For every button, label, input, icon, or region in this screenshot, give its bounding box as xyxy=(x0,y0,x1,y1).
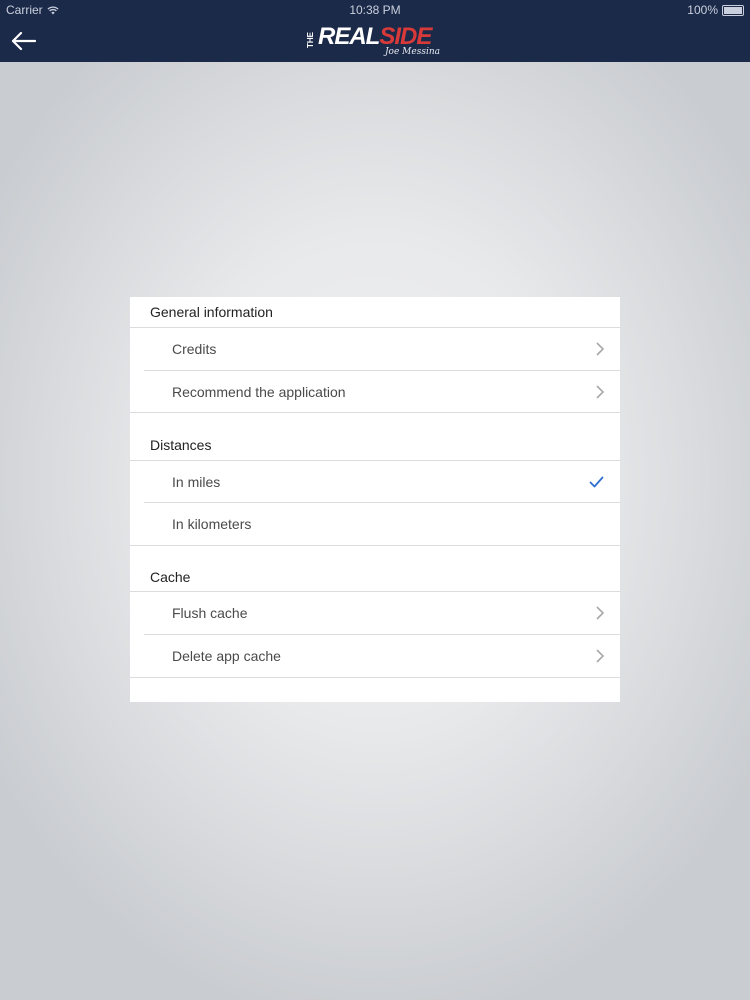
row-label: Delete app cache xyxy=(172,648,281,664)
logo-side-text: SIDE xyxy=(379,23,432,50)
section-title: Distances xyxy=(150,437,212,453)
chevron-right-icon xyxy=(596,385,605,399)
navigation-bar: Carrier 10:38 PM 100% THE REALSIDE Joe M… xyxy=(0,0,750,62)
chevron-right-icon xyxy=(596,649,605,663)
checkmark-icon xyxy=(589,476,604,488)
arrow-left-icon xyxy=(11,31,36,51)
divider xyxy=(130,677,620,678)
settings-panel: General information Credits Recommend th… xyxy=(130,297,620,702)
section-header-cache: Cache xyxy=(130,562,620,592)
row-label: Credits xyxy=(172,341,217,357)
section-title: Cache xyxy=(150,569,191,585)
logo-byline: Joe Messina xyxy=(384,47,440,57)
row-label: In kilometers xyxy=(172,516,252,532)
credits-row[interactable]: Credits xyxy=(130,328,620,370)
status-battery: 100% xyxy=(687,0,744,20)
divider xyxy=(130,412,620,413)
distance-kilometers-row[interactable]: In kilometers xyxy=(130,503,620,545)
row-label: Recommend the application xyxy=(172,384,346,400)
flush-cache-row[interactable]: Flush cache xyxy=(130,592,620,634)
delete-app-cache-row[interactable]: Delete app cache xyxy=(130,635,620,677)
row-label: Flush cache xyxy=(172,605,248,621)
battery-icon xyxy=(722,4,744,16)
back-button[interactable] xyxy=(8,26,38,56)
chevron-right-icon xyxy=(596,606,605,620)
row-label: In miles xyxy=(172,474,221,490)
status-time: 10:38 PM xyxy=(349,3,401,17)
status-bar: Carrier 10:38 PM 100% xyxy=(0,0,750,20)
battery-label: 100% xyxy=(687,3,718,17)
logo-the-text: THE xyxy=(306,32,315,48)
section-title: General information xyxy=(150,304,273,320)
app-logo: THE REALSIDE Joe Messina xyxy=(306,23,442,58)
section-header-distances: Distances xyxy=(130,430,620,460)
logo-real-text: REAL xyxy=(318,23,380,50)
recommend-app-row[interactable]: Recommend the application xyxy=(130,371,620,413)
section-header-general-information: General information xyxy=(130,297,620,327)
divider xyxy=(130,545,620,546)
distance-miles-row[interactable]: In miles xyxy=(130,461,620,503)
chevron-right-icon xyxy=(596,342,605,356)
